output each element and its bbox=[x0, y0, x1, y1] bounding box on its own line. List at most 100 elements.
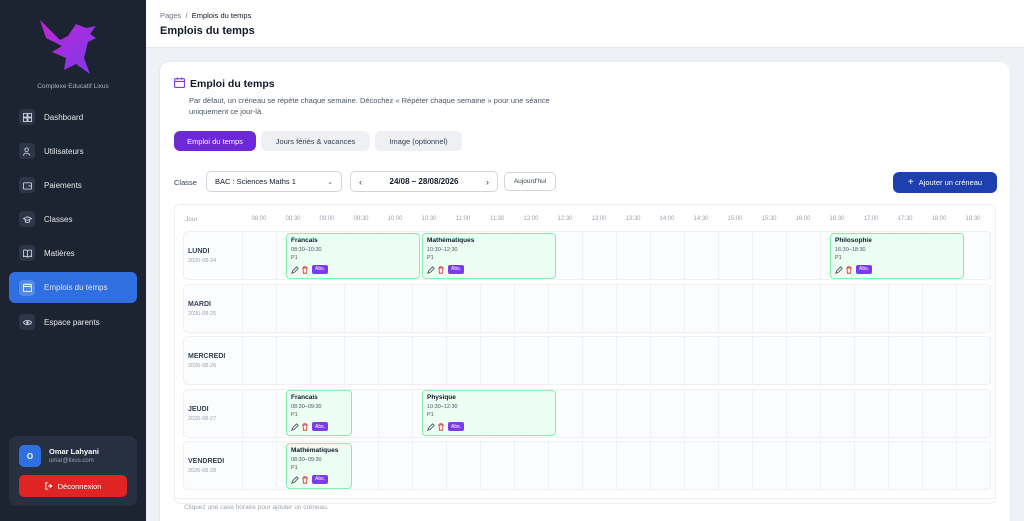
edit-icon[interactable] bbox=[291, 265, 299, 274]
hour-label: 11:00 bbox=[455, 216, 471, 222]
prev-week-button[interactable]: ‹ bbox=[359, 177, 362, 187]
sidebar-item-classes[interactable]: Classes bbox=[9, 205, 137, 233]
add-slot-button[interactable]: + Ajouter un créneau bbox=[893, 172, 997, 193]
absence-badge[interactable]: Abs. bbox=[312, 264, 329, 274]
breadcrumb-root[interactable]: Pages bbox=[160, 11, 181, 20]
time-slot-divider bbox=[888, 389, 889, 437]
sidebar-item-dashboard[interactable]: Dashboard bbox=[9, 103, 137, 131]
edit-icon[interactable] bbox=[291, 423, 299, 431]
day-date: 2026-08-28 bbox=[188, 468, 217, 474]
time-slot-divider bbox=[242, 232, 243, 279]
time-slot-divider bbox=[582, 442, 583, 489]
schedule-slot[interactable]: Francais 08:30–09:30 P1 Abs. bbox=[286, 390, 352, 436]
sidebar-item-label: Classes bbox=[44, 214, 73, 224]
day-row[interactable]: MERCREDI 2026-08-26 bbox=[183, 336, 991, 385]
schedule-slot[interactable]: Physique 10:30–12:30 P1 Abs. bbox=[422, 390, 556, 436]
absence-badge[interactable]: Abs. bbox=[856, 264, 873, 274]
sidebar-item-label: Utilisateurs bbox=[44, 146, 84, 156]
sidebar-item-emplois-du-temps[interactable]: Emplois du temps bbox=[9, 272, 137, 303]
time-slot-divider bbox=[956, 389, 957, 437]
class-select-value: BAC : Sciences Maths 1 bbox=[215, 177, 296, 186]
time-slot-divider bbox=[922, 389, 923, 437]
next-week-button[interactable]: › bbox=[486, 177, 489, 187]
logout-button[interactable]: Déconnexion bbox=[19, 475, 127, 497]
absence-badge[interactable]: Abs. bbox=[312, 474, 329, 484]
time-slot-divider bbox=[548, 337, 549, 384]
slot-time: 08:30–10:30 bbox=[291, 246, 322, 253]
slot-subject: Francais bbox=[291, 394, 318, 401]
tab-emploi-du-temps[interactable]: Emploi du temps bbox=[174, 131, 256, 151]
class-select[interactable]: BAC : Sciences Maths 1 ⌄ bbox=[206, 171, 342, 192]
hour-label: 17:00 bbox=[863, 216, 879, 222]
brand-name: Complexe Educatif Lixus bbox=[37, 83, 109, 90]
absence-badge[interactable]: Abs. bbox=[448, 422, 465, 431]
dashboard-icon bbox=[19, 109, 35, 125]
trash-icon[interactable] bbox=[437, 423, 445, 431]
sidebar-item-utilisateurs[interactable]: Utilisateurs bbox=[9, 137, 137, 165]
hour-label: 14:30 bbox=[693, 216, 709, 222]
hour-label: 10:30 bbox=[421, 216, 437, 222]
time-slot-divider bbox=[956, 442, 957, 489]
class-filter-label: Classe bbox=[174, 178, 197, 187]
time-slot-divider bbox=[752, 389, 753, 437]
timetable-grid: Jour 08:00 08:30 09:00 09:30 10:00 10:30 11:00… bbox=[174, 204, 996, 504]
time-slot-divider bbox=[990, 284, 991, 332]
today-button[interactable]: Aujourd'hui bbox=[504, 172, 556, 191]
time-slot-divider bbox=[888, 442, 889, 489]
edit-icon[interactable] bbox=[427, 423, 435, 431]
user-email: omar@lixus.com bbox=[49, 458, 94, 464]
time-slot-divider bbox=[990, 232, 991, 279]
time-slot-divider bbox=[650, 389, 651, 437]
time-slot-divider bbox=[276, 389, 277, 437]
schedule-slot[interactable]: Francais 08:30–10:30 P1 Abs. bbox=[286, 232, 420, 279]
schedule-slot[interactable]: Philosophie 16:30–18:30 P1 Abs. bbox=[830, 232, 964, 279]
slot-subject: Mathématiques bbox=[291, 446, 339, 454]
absence-badge[interactable]: Abs. bbox=[448, 264, 465, 274]
sidebar-item-matieres[interactable]: Matières bbox=[9, 239, 137, 267]
tab-jours-feries[interactable]: Jours fériés & vacances bbox=[261, 131, 370, 151]
day-date: 2026-08-24 bbox=[188, 258, 217, 264]
time-slot-divider bbox=[752, 337, 753, 384]
time-slot-divider bbox=[276, 337, 277, 384]
time-slot-divider bbox=[820, 284, 821, 332]
time-slot-divider bbox=[582, 337, 583, 384]
sidebar-item-paiements[interactable]: Paiements bbox=[9, 171, 137, 199]
day-row[interactable]: MARDI 2026-08-25 bbox=[183, 283, 991, 333]
schedule-slot[interactable]: Mathématiques 08:30–09:30 P1 Abs. bbox=[286, 442, 352, 489]
time-slot-divider bbox=[786, 442, 787, 489]
sidebar-item-espace-parents[interactable]: Espace parents bbox=[9, 308, 137, 336]
absence-badge[interactable]: Abs. bbox=[312, 422, 329, 431]
week-range: 24/08 – 28/08/2026 bbox=[389, 177, 459, 186]
edit-icon[interactable] bbox=[291, 475, 299, 484]
hour-label: 18:00 bbox=[931, 216, 947, 222]
time-slot-divider bbox=[242, 284, 243, 332]
time-slot-divider bbox=[956, 284, 957, 332]
time-slot-divider bbox=[446, 337, 447, 384]
time-slot-divider bbox=[582, 389, 583, 437]
trash-icon[interactable] bbox=[845, 265, 853, 274]
grid-hint: Cliquez une case horaire pour ajouter un… bbox=[184, 504, 329, 511]
schedule-slot[interactable]: Mathématiques 10:30–12:30 P1 Abs. bbox=[422, 232, 556, 279]
time-slot-divider bbox=[718, 337, 719, 384]
tab-image[interactable]: Image (optionnel) bbox=[375, 131, 462, 151]
time-slot-divider bbox=[990, 337, 991, 384]
edit-icon[interactable] bbox=[835, 265, 843, 274]
trash-icon[interactable] bbox=[437, 265, 445, 274]
time-slot-divider bbox=[412, 284, 413, 332]
time-slot-divider bbox=[684, 232, 685, 279]
hour-label: 12:00 bbox=[523, 216, 539, 222]
day-name: JEUDI bbox=[188, 405, 209, 413]
slot-room: P1 bbox=[291, 464, 298, 471]
trash-icon[interactable] bbox=[301, 423, 309, 431]
hour-label: 09:00 bbox=[319, 216, 335, 222]
edit-icon[interactable] bbox=[427, 265, 435, 274]
hour-label: 16:30 bbox=[829, 216, 845, 222]
trash-icon[interactable] bbox=[301, 475, 309, 484]
hour-label: 13:30 bbox=[625, 216, 641, 222]
hour-label: 12:30 bbox=[557, 216, 573, 222]
trash-icon[interactable] bbox=[301, 265, 309, 274]
hour-label: 13:00 bbox=[591, 216, 607, 222]
hour-label: 14:00 bbox=[659, 216, 675, 222]
logout-label: Déconnexion bbox=[57, 481, 102, 491]
time-slot-divider bbox=[582, 232, 583, 279]
